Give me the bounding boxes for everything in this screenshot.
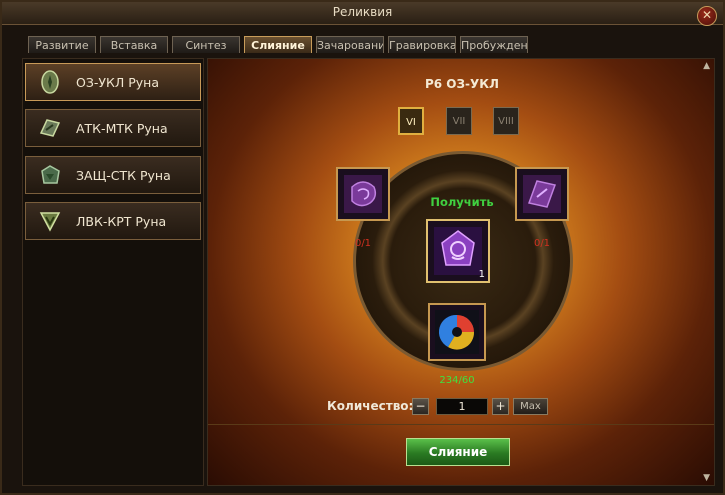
quantity-minus-button[interactable]: − <box>412 398 429 415</box>
rune-item-hp-eva[interactable]: ОЗ-УКЛ Руна <box>25 63 201 101</box>
result-rune-icon <box>434 227 482 275</box>
scroll-down-icon[interactable]: ▼ <box>703 473 710 483</box>
material-slot-right[interactable] <box>515 167 569 221</box>
fusion-title: Р6 ОЗ-УКЛ <box>424 77 500 91</box>
tab-engrave[interactable]: Гравировка <box>388 36 456 53</box>
close-icon: ✕ <box>701 8 713 22</box>
relic-window: Реликвия ✕ Развитие Вставка Синтез Слиян… <box>0 0 725 495</box>
fusion-panel: ▲ ▼ Р6 ОЗ-УКЛ VI VII VIII 0/1 0/1 Получи… <box>207 58 715 486</box>
quantity-input[interactable] <box>436 398 488 415</box>
tab-development[interactable]: Развитие <box>28 36 96 53</box>
rune-label: АТК-МТК Руна <box>76 121 168 136</box>
catalyst-count: 234/60 <box>439 375 475 386</box>
result-slot[interactable]: 1 <box>426 219 490 283</box>
tab-insert[interactable]: Вставка <box>100 36 168 53</box>
left-material-count: 0/1 <box>354 238 372 249</box>
result-count: 1 <box>478 269 485 280</box>
rune-hp-icon <box>41 70 59 94</box>
rune-atk-icon <box>39 119 61 137</box>
rune-def-icon <box>41 165 60 184</box>
divider <box>208 424 714 425</box>
quantity-label: Количество: <box>327 399 414 413</box>
rune-item-agi-crit[interactable]: ЛВК-КРТ Руна <box>25 202 201 240</box>
tier-button-8[interactable]: VIII <box>493 107 519 135</box>
window-title: Реликвия <box>332 5 393 19</box>
rune-item-atk-matk[interactable]: АТК-МТК Руна <box>25 109 201 147</box>
rune-agi-icon <box>39 212 61 232</box>
title-bar: Реликвия ✕ <box>2 2 723 26</box>
scroll-up-icon[interactable]: ▲ <box>703 61 710 71</box>
tier-button-7[interactable]: VII <box>446 107 472 135</box>
rune-label: ЛВК-КРТ Руна <box>76 214 167 229</box>
tab-awaken[interactable]: Пробуждение <box>460 36 528 53</box>
merge-button[interactable]: Слияние <box>406 438 510 466</box>
get-label: Получить <box>430 195 494 209</box>
rune-label: ОЗ-УКЛ Руна <box>76 75 159 90</box>
tab-synthesis[interactable]: Синтез <box>172 36 240 53</box>
tier-button-6[interactable]: VI <box>398 107 424 135</box>
catalyst-slot[interactable] <box>428 303 486 361</box>
rune-list: ОЗ-УКЛ Руна АТК-МТК Руна ЗАЩ-СТК Руна ЛВ… <box>22 58 204 486</box>
catalyst-orb-icon <box>435 310 479 354</box>
quantity-plus-button[interactable]: + <box>492 398 509 415</box>
max-button[interactable]: Max <box>513 398 548 415</box>
tab-fusion[interactable]: Слияние <box>244 36 312 53</box>
tab-enchant[interactable]: Зачарование <box>316 36 384 53</box>
right-material-count: 0/1 <box>533 238 551 249</box>
rune-item-def-res[interactable]: ЗАЩ-СТК Руна <box>25 156 201 194</box>
rune-label: ЗАЩ-СТК Руна <box>76 168 171 183</box>
material-slot-left[interactable] <box>336 167 390 221</box>
close-button[interactable]: ✕ <box>697 6 717 26</box>
